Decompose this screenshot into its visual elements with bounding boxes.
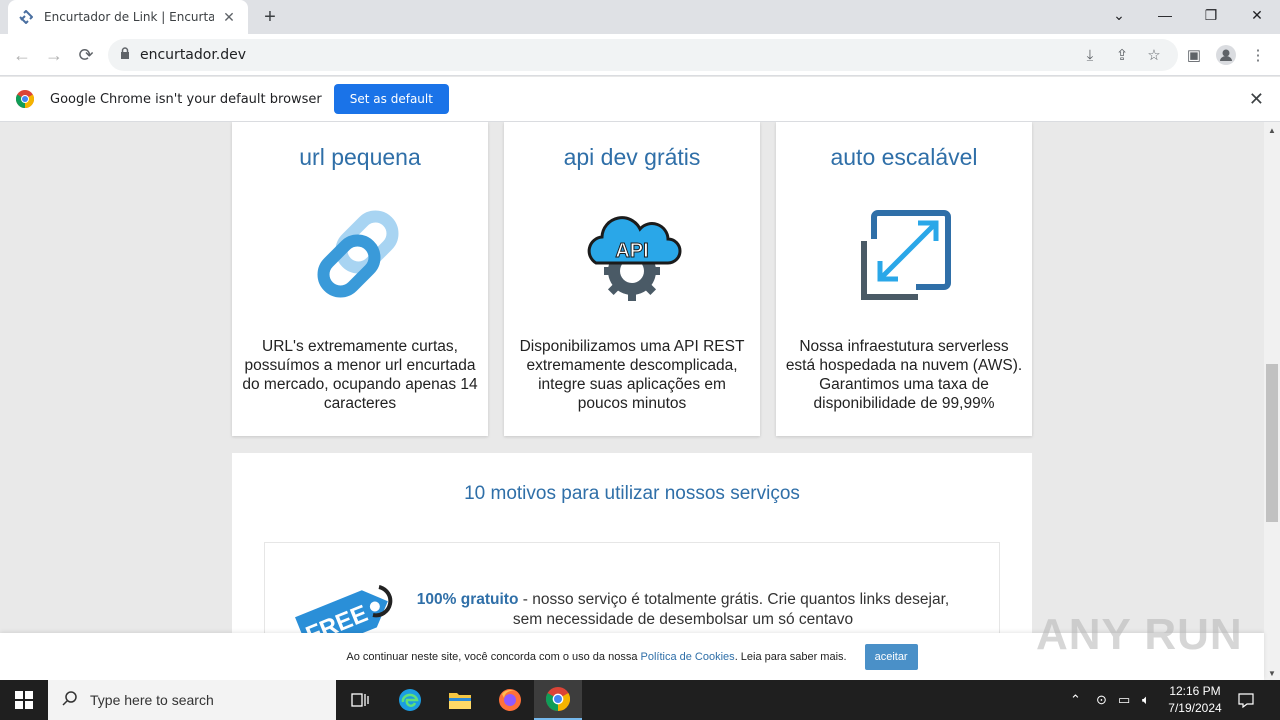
- tray-chevron-icon[interactable]: ⌃: [1070, 680, 1081, 720]
- file-explorer-icon[interactable]: [436, 680, 484, 720]
- restore-button[interactable]: ❐: [1188, 0, 1234, 30]
- minimize-button[interactable]: —: [1142, 0, 1188, 30]
- tab-title: Encurtador de Link | Encurtador: [44, 10, 214, 24]
- cookie-text-after: . Leia para saber mais.: [734, 650, 847, 663]
- side-panel-icon[interactable]: ▣: [1180, 41, 1208, 69]
- expand-arrows-icon: [854, 205, 954, 305]
- edge-icon[interactable]: [386, 680, 434, 720]
- card-title: auto escalável: [830, 144, 978, 170]
- cookie-text-before: Ao continuar neste site, você concorda c…: [346, 650, 641, 663]
- task-view-icon[interactable]: [336, 680, 384, 720]
- chain-link-icon: [310, 205, 410, 305]
- menu-kebab-icon[interactable]: ⋮: [1244, 41, 1272, 69]
- lock-icon: [120, 46, 130, 64]
- notifications-icon[interactable]: [1238, 680, 1254, 720]
- profile-avatar-icon[interactable]: [1212, 41, 1240, 69]
- tab-search-icon[interactable]: ⌄: [1096, 0, 1142, 30]
- search-placeholder: Type here to search: [90, 692, 214, 708]
- motivo-bold: 100% gratuito: [416, 591, 519, 608]
- forward-button[interactable]: →: [40, 41, 68, 69]
- chrome-logo-icon: [16, 90, 34, 108]
- set-as-default-button[interactable]: Set as default: [333, 84, 449, 114]
- chrome-taskbar-icon[interactable]: [534, 680, 582, 720]
- cookie-policy-link[interactable]: Política de Cookies: [641, 651, 735, 663]
- scroll-down-icon[interactable]: ▼: [1268, 669, 1276, 678]
- close-window-button[interactable]: ✕: [1234, 0, 1280, 30]
- close-infobar-icon[interactable]: ✕: [1249, 89, 1264, 110]
- motivo-text: 100% gratuito - nosso serviço é totalmen…: [413, 590, 953, 630]
- firefox-icon[interactable]: [486, 680, 534, 720]
- windows-taskbar: Type here to search ⌃ ⊙ ▭ 🔈︎ 12:16 PM 7/…: [0, 680, 1280, 720]
- new-tab-button[interactable]: +: [258, 6, 282, 28]
- install-icon[interactable]: ⤓: [1076, 41, 1104, 69]
- api-cloud-gear-icon: API: [582, 205, 682, 305]
- tray-meet-icon[interactable]: ⊙: [1096, 680, 1107, 720]
- network-icon[interactable]: ▭: [1118, 680, 1130, 720]
- motivos-heading: 10 motivos para utilizar nossos serviços: [464, 483, 800, 504]
- page-viewport: url pequena URL's extremamente curtas, p…: [0, 122, 1264, 680]
- address-bar[interactable]: encurtador.dev: [108, 39, 1178, 71]
- api-icon-label: API: [615, 240, 648, 262]
- search-icon: [62, 690, 78, 711]
- start-button[interactable]: [0, 680, 48, 720]
- windows-logo-icon: [15, 691, 33, 709]
- default-browser-infobar: Google Chrome isn't your default browser…: [0, 77, 1280, 122]
- feature-card-url: url pequena URL's extremamente curtas, p…: [232, 122, 488, 436]
- card-text: Disponibilizamos uma API REST extremamen…: [519, 338, 745, 412]
- share-icon[interactable]: ⇪: [1108, 41, 1136, 69]
- motivo-desc: - nosso serviço é totalmente grátis. Cri…: [512, 591, 950, 628]
- back-button[interactable]: ←: [8, 41, 36, 69]
- link-favicon-icon: [18, 9, 34, 25]
- accept-cookies-button[interactable]: aceitar: [864, 643, 918, 670]
- cookie-text: Ao continuar neste site, você concorda c…: [346, 651, 846, 663]
- url-text: encurtador.dev: [140, 47, 247, 63]
- reload-button[interactable]: ⟳: [72, 41, 100, 69]
- card-text: URL's extremamente curtas, possuímos a m…: [242, 338, 478, 412]
- feature-card-api: api dev grátis API Disponibilizamos uma …: [504, 122, 760, 436]
- taskbar-search[interactable]: Type here to search: [48, 680, 336, 720]
- page-scrollbar[interactable]: ▲ ▼: [1264, 122, 1280, 680]
- browser-tab[interactable]: Encurtador de Link | Encurtador ✕: [8, 0, 248, 34]
- volume-icon[interactable]: 🔈︎: [1142, 680, 1150, 720]
- bookmark-star-icon[interactable]: ☆: [1140, 41, 1168, 69]
- close-tab-icon[interactable]: ✕: [220, 8, 238, 26]
- card-text: Nossa infraestutura serverless está hosp…: [785, 338, 1023, 412]
- clock-date: 7/19/2024: [1168, 701, 1222, 715]
- scrollbar-thumb[interactable]: [1266, 364, 1278, 522]
- browser-toolbar: ← → ⟳ encurtador.dev ⤓ ⇪ ☆ ▣ ⋮: [0, 34, 1280, 76]
- clock-time: 12:16 PM: [1169, 684, 1221, 698]
- anyrun-watermark: ANY RUN: [1036, 610, 1243, 659]
- tab-strip: Encurtador de Link | Encurtador ✕ + ⌄ — …: [0, 0, 1280, 34]
- card-title: url pequena: [299, 144, 421, 170]
- card-title: api dev grátis: [563, 144, 701, 170]
- system-clock[interactable]: 12:16 PM 7/19/2024: [1160, 683, 1230, 717]
- infobar-message: Google Chrome isn't your default browser: [50, 91, 322, 107]
- scroll-up-icon[interactable]: ▲: [1268, 126, 1276, 135]
- feature-card-scale: auto escalável Nossa infraestutura serve…: [776, 122, 1032, 436]
